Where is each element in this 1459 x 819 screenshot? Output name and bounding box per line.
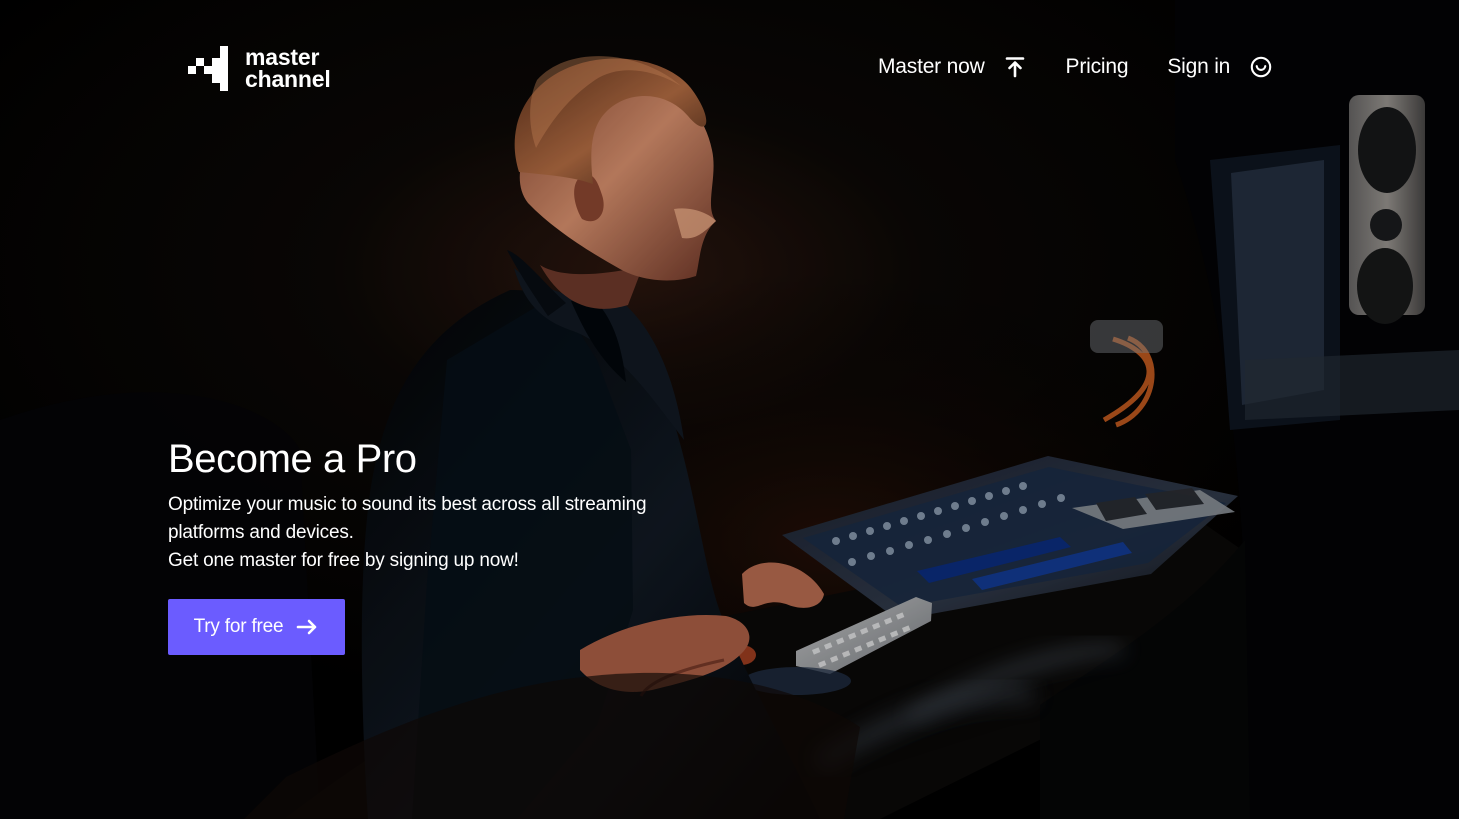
sign-in-label: Sign in — [1167, 55, 1231, 78]
stepped-squares-logo-icon — [188, 45, 228, 91]
sign-in-link[interactable]: Sign in — [1167, 55, 1272, 79]
master-channel-logo-link[interactable]: master channel — [188, 44, 348, 92]
top-navigation: master channel Master now Pricing Sign i… — [0, 0, 1459, 130]
brand-name: master channel — [245, 44, 331, 92]
hero-description-line-2: platforms and devices. — [168, 522, 354, 543]
arrow-right-icon — [297, 619, 317, 635]
pricing-label: Pricing — [1065, 55, 1129, 78]
pricing-link[interactable]: Pricing — [1066, 55, 1129, 79]
master-now-label: Master now — [878, 55, 985, 78]
hero-description: Optimize your music to sound its best ac… — [168, 491, 668, 575]
primary-navigation: Master now Pricing Sign in — [878, 50, 1272, 84]
try-for-free-button[interactable]: Try for free — [168, 599, 345, 655]
hero-description-line-1: Optimize your music to sound its best ac… — [168, 494, 647, 515]
hero-description-line-3: Get one master for free by signing up no… — [168, 550, 519, 571]
hero-copy: Become a Pro Optimize your music to soun… — [168, 433, 688, 575]
brand-line-2: channel — [245, 66, 331, 92]
smile-user-icon — [1250, 56, 1272, 78]
brand-line-1: master — [245, 44, 320, 70]
try-for-free-label: Try for free — [193, 616, 284, 637]
upload-arrow-icon — [1005, 57, 1024, 78]
hero-section: master channel Master now Pricing Sign i… — [0, 0, 1459, 819]
hero-title: Become a Pro — [168, 437, 417, 481]
master-now-link[interactable]: Master now — [878, 55, 1026, 79]
